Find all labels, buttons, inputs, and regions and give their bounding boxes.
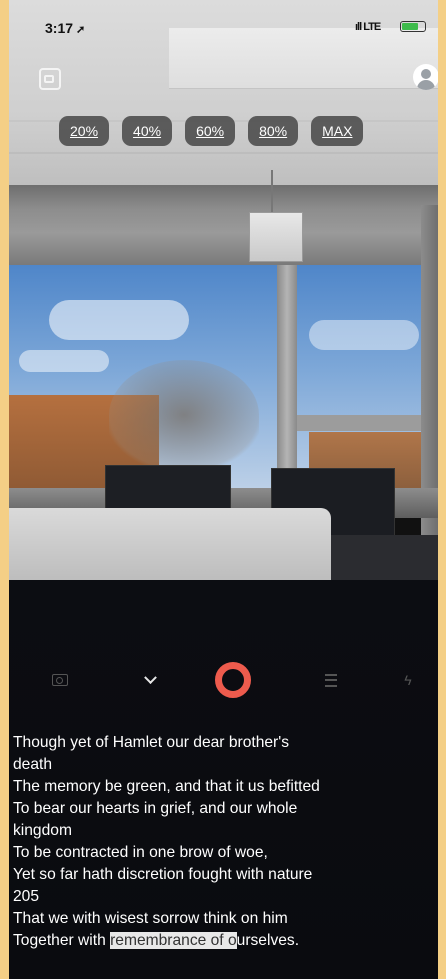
transcript-line: Yet so far hath discretion fought with n…	[13, 866, 313, 883]
zoom-20-button[interactable]: 20%	[59, 116, 110, 146]
transcript-line: The memory be green, and that it us befi…	[13, 778, 320, 795]
transcript-line: death	[13, 756, 53, 773]
transcript-line: That we with wisest sorrow think on him	[13, 910, 288, 927]
zoom-60-button[interactable]: 60%	[185, 116, 236, 146]
chevron-down-icon[interactable]	[139, 658, 161, 702]
location-arrow-icon: ➚	[76, 24, 86, 36]
transcript-text: Though yet of Hamlet our dear brother's …	[9, 732, 438, 952]
zoom-80-button[interactable]: 80%	[248, 116, 299, 146]
status-bar: 3:17 ➚ ıll LTE	[9, 0, 438, 44]
record-icon	[215, 662, 251, 698]
phone-screen: 3:17 ➚ ıll LTE 20% 40% 60% 80% MAX ϟ Thou…	[9, 0, 438, 979]
transcript-line: 205	[13, 888, 40, 905]
transcript-line: To be contracted in one brow of woe,	[13, 844, 268, 861]
status-time: 3:17 ➚	[45, 20, 86, 36]
camera-viewfinder	[9, 0, 438, 580]
flash-icon[interactable]: ϟ	[397, 658, 419, 702]
profile-icon[interactable]	[413, 64, 438, 90]
menu-icon[interactable]	[320, 658, 342, 702]
gallery-icon[interactable]	[39, 68, 61, 90]
transcript-line: To bear our hearts in grief, and our who…	[13, 800, 298, 817]
camera-icon[interactable]	[49, 658, 71, 702]
control-bar: ϟ	[9, 658, 438, 702]
zoom-40-button[interactable]: 40%	[122, 116, 173, 146]
transcript-line: Though yet of Hamlet our dear brother's	[13, 734, 290, 751]
zoom-max-button[interactable]: MAX	[311, 116, 364, 146]
text-highlight: remembrance of o	[110, 932, 237, 949]
transcript-line: Together with remembrance of ourselves.	[13, 932, 300, 949]
transcript-line: kingdom	[13, 822, 72, 839]
zoom-selector: 20% 40% 60% 80% MAX	[59, 116, 364, 146]
signal-lte-indicator: ıll LTE	[355, 21, 381, 33]
record-button[interactable]	[213, 658, 253, 702]
battery-icon	[400, 21, 426, 32]
